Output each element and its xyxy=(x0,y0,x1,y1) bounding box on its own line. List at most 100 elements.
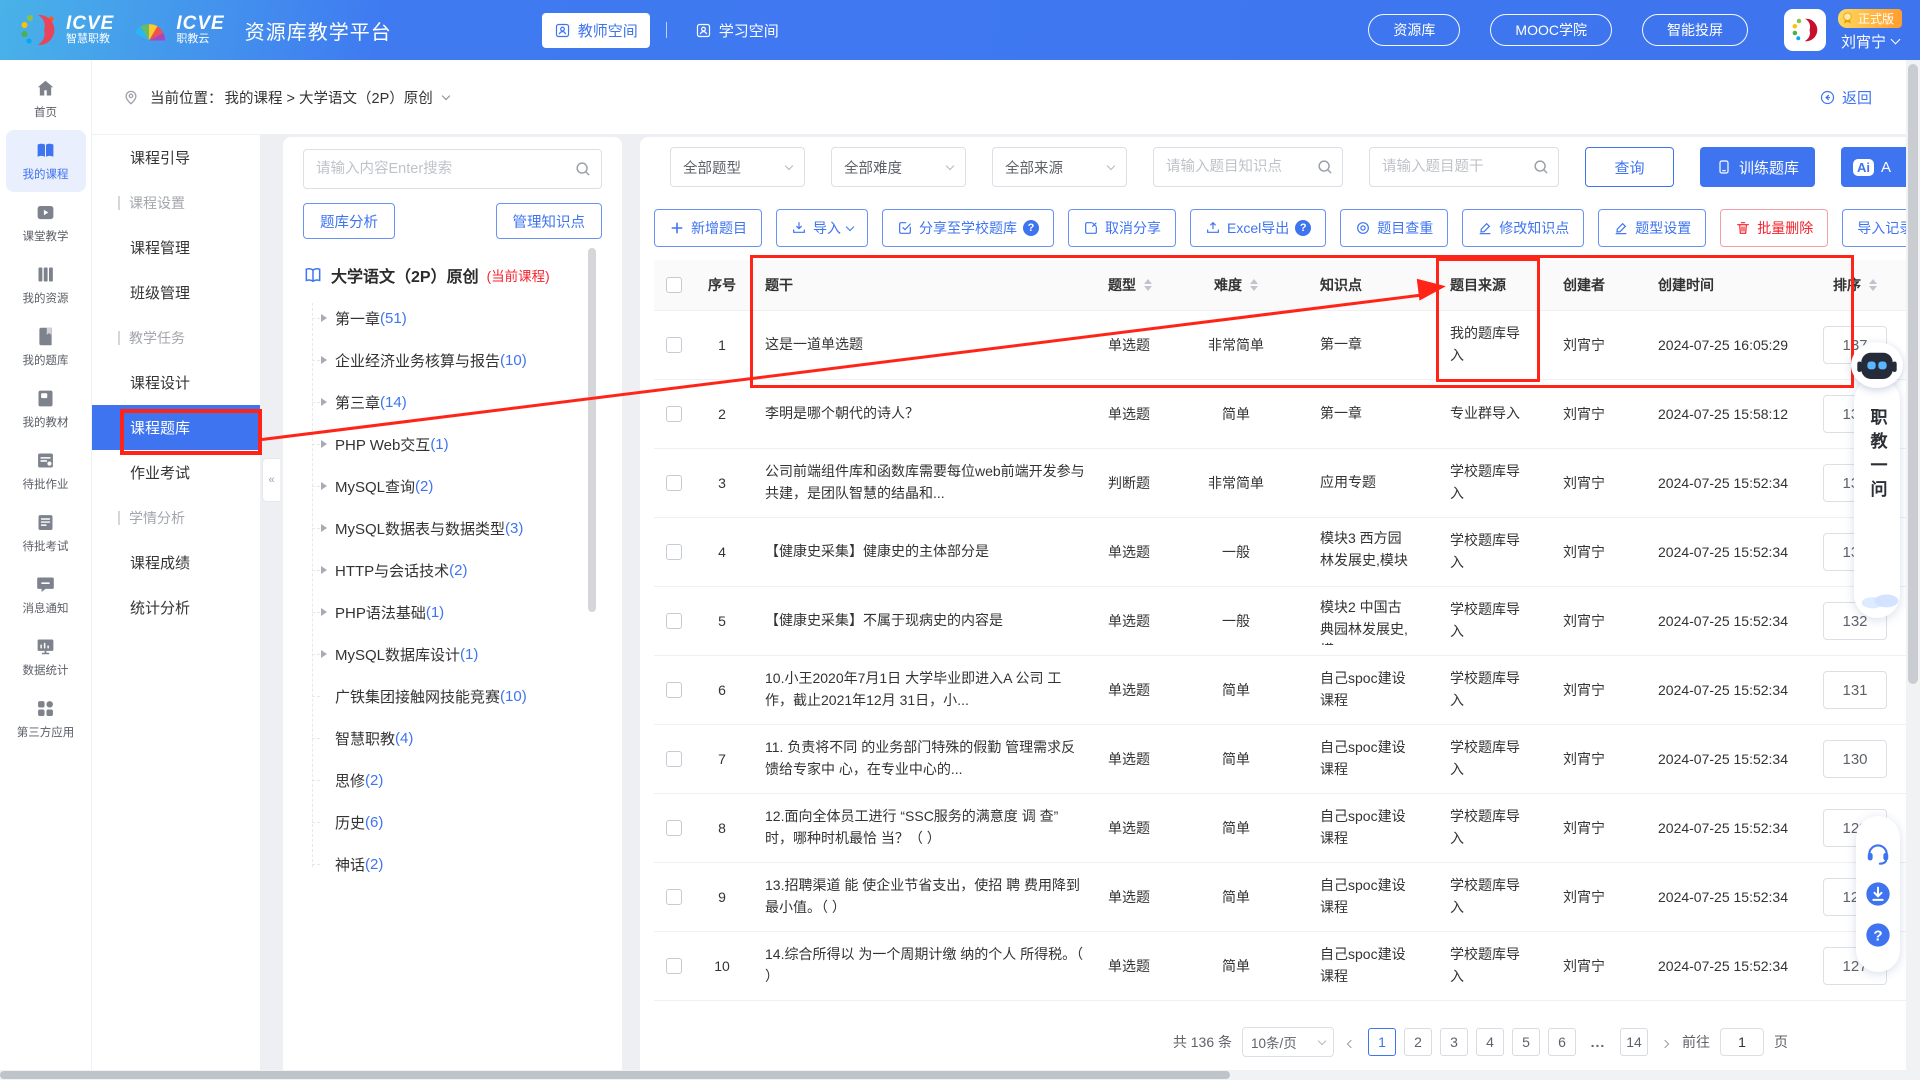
sidebar-item-third-party-apps[interactable]: 第三方应用 xyxy=(6,688,86,750)
tree-node[interactable]: PHP语法基础(1) xyxy=(303,591,602,633)
toolbar-share-to-school-button[interactable]: 分享至学校题库? xyxy=(882,209,1054,247)
cell-stem[interactable]: 李明是哪个朝代的诗人？ xyxy=(750,403,1100,425)
sidebar-item-pending-homework[interactable]: 待批作业 xyxy=(6,440,86,502)
filter-select-source[interactable]: 全部来源 xyxy=(992,147,1127,187)
cell-stem[interactable]: 12.面向全体员工进行 “SSC服务的满意度 调 查” 时，哪种时机最恰 当？（… xyxy=(750,806,1100,849)
row-checkbox[interactable] xyxy=(666,682,682,698)
filter-select-difficulty[interactable]: 全部难度 xyxy=(831,147,966,187)
toolbar-batch-delete-button[interactable]: 批量删除 xyxy=(1720,209,1828,247)
submenu-item-course-grades[interactable]: 课程成绩 xyxy=(92,540,260,585)
submenu-item-homework-exam[interactable]: 作业考试 xyxy=(92,450,260,495)
horizontal-scrollbar[interactable] xyxy=(0,1070,1920,1080)
vertical-scrollbar[interactable] xyxy=(1906,60,1920,1080)
back-button[interactable]: 返回 xyxy=(1819,87,1872,108)
cell-stem[interactable]: 10.小王2020年7月1日 大学毕业即进入A 公司 工作，截止2021年12月… xyxy=(750,668,1100,711)
tree-node[interactable]: 思修(2) xyxy=(303,759,602,801)
tree-root-node[interactable]: 大学语文（2P）原创 (当前课程) xyxy=(303,263,602,287)
horizontal-scrollbar-thumb[interactable] xyxy=(0,1071,1230,1079)
tree-node[interactable]: 广铁集团接触网技能竞赛(10) xyxy=(303,675,602,717)
select-all-checkbox[interactable] xyxy=(666,277,682,293)
row-checkbox[interactable] xyxy=(666,889,682,905)
user-menu[interactable]: 刘宵宁 xyxy=(1841,31,1899,52)
row-checkbox[interactable] xyxy=(666,613,682,629)
tree-node[interactable]: 智慧职教(4) xyxy=(303,717,602,759)
pill-smart-casting[interactable]: 智能投屏 xyxy=(1642,14,1748,46)
tree-search-input[interactable] xyxy=(303,149,602,189)
submenu-item-statistical-analysis[interactable]: 统计分析 xyxy=(92,585,260,630)
submenu-item-course-guide[interactable]: 课程引导 xyxy=(92,135,260,180)
nav-teacher-space[interactable]: 教师空间 xyxy=(542,13,650,48)
page-14[interactable]: 14 xyxy=(1620,1028,1648,1056)
toolbar-question-type-settings-button[interactable]: 题型设置 xyxy=(1598,209,1706,247)
page-1[interactable]: 1 xyxy=(1368,1028,1396,1056)
tree-node[interactable]: 第一章(51) xyxy=(303,297,602,339)
sidebar-item-pending-exams[interactable]: 待批考试 xyxy=(6,502,86,564)
sort-icons[interactable] xyxy=(1869,279,1877,291)
breadcrumb-chevron-down-icon[interactable] xyxy=(442,91,450,99)
assistant-pill[interactable]: 职教一问 xyxy=(1854,378,1900,618)
toolbar-import-button[interactable]: 导入 xyxy=(776,209,868,247)
row-checkbox[interactable] xyxy=(666,958,682,974)
sidebar-item-data-statistics[interactable]: 数据统计 xyxy=(6,626,86,688)
bank-analysis-button[interactable]: 题库分析 xyxy=(303,203,395,239)
sidebar-item-my-question-bank[interactable]: 我的题库 xyxy=(6,316,86,378)
page-6[interactable]: 6 xyxy=(1548,1028,1576,1056)
toolbar-add-question-button[interactable]: 新增题目 xyxy=(654,209,762,247)
toolbar-duplicate-check-button[interactable]: 题目查重 xyxy=(1340,209,1448,247)
row-checkbox[interactable] xyxy=(666,544,682,560)
page-4[interactable]: 4 xyxy=(1476,1028,1504,1056)
tree-node[interactable]: 历史(6) xyxy=(303,801,602,843)
toolbar-edit-knowledge-button[interactable]: 修改知识点 xyxy=(1462,209,1584,247)
query-button[interactable]: 查询 xyxy=(1585,147,1674,187)
submenu-item-course-management[interactable]: 课程管理 xyxy=(92,225,260,270)
tree-node[interactable]: MySQL查询(2) xyxy=(303,465,602,507)
cell-stem[interactable]: 11. 负责将不同 的业务部门特殊的假勤 管理需求反馈给专家中 心，在专业中心的… xyxy=(750,737,1100,780)
row-checkbox[interactable] xyxy=(666,751,682,767)
toolbar-cancel-share-button[interactable]: 取消分享 xyxy=(1068,209,1176,247)
row-checkbox[interactable] xyxy=(666,475,682,491)
next-page-button[interactable] xyxy=(1658,1031,1672,1054)
tree-scrollbar-thumb[interactable] xyxy=(588,248,596,612)
cell-stem[interactable]: 公司前端组件库和函数库需要每位web前端开发参与共建，是团队智慧的结晶和... xyxy=(750,461,1100,504)
sort-icons[interactable] xyxy=(1144,279,1152,291)
page-3[interactable]: 3 xyxy=(1440,1028,1468,1056)
submenu-item-class-management[interactable]: 班级管理 xyxy=(92,270,260,315)
cell-stem[interactable]: 13.招聘渠道 能 使企业节省支出，使招 聘 费用降到最小值。（ ） xyxy=(750,875,1100,918)
row-checkbox[interactable] xyxy=(666,820,682,836)
robot-assistant-icon[interactable] xyxy=(1851,342,1903,388)
tree-node[interactable]: 企业经济业务核算与报告(10) xyxy=(303,339,602,381)
tree-node[interactable]: PHP Web交互(1) xyxy=(303,423,602,465)
download-icon[interactable] xyxy=(1864,880,1892,908)
page-5[interactable]: 5 xyxy=(1512,1028,1540,1056)
sidebar-item-message-notification[interactable]: 消息通知 xyxy=(6,564,86,626)
help-icon[interactable]: ? xyxy=(1864,921,1892,949)
tree-node[interactable]: HTTP与会话技术(2) xyxy=(303,549,602,591)
submenu-item-course-design[interactable]: 课程设计 xyxy=(92,360,260,405)
sidebar-item-my-courses[interactable]: 我的课程 xyxy=(6,130,86,192)
prev-page-button[interactable] xyxy=(1344,1031,1358,1054)
filter-input-knowledge-point-field[interactable] xyxy=(1153,147,1343,187)
row-checkbox[interactable] xyxy=(666,337,682,353)
sidebar-item-home[interactable]: 首页 xyxy=(6,68,86,130)
submenu-item-course-question-bank[interactable]: 课程题库 xyxy=(92,405,260,450)
cell-stem[interactable]: 14.综合所得以 为一个周期计缴 纳的个人 所得税。（ ） xyxy=(750,944,1100,987)
filter-select-question-type[interactable]: 全部题型 xyxy=(670,147,805,187)
cell-stem[interactable]: 这是一道单选题 xyxy=(750,334,1100,356)
cell-stem[interactable]: 【健康史采集】健康史的主体部分是 xyxy=(750,541,1100,563)
page-size-select[interactable]: 10条/页 xyxy=(1242,1027,1334,1057)
goto-page-input[interactable] xyxy=(1720,1028,1764,1056)
manage-knowledge-button[interactable]: 管理知识点 xyxy=(496,203,603,239)
pill-mooc-academy[interactable]: MOOC学院 xyxy=(1490,14,1612,46)
sidebar-item-my-resources[interactable]: 我的资源 xyxy=(6,254,86,316)
customer-service-icon[interactable] xyxy=(1864,839,1892,867)
page-2[interactable]: 2 xyxy=(1404,1028,1432,1056)
sort-value-input[interactable]: 130 xyxy=(1823,740,1887,778)
train-bank-button[interactable]: 训练题库 xyxy=(1700,147,1815,187)
mini-app-logo[interactable] xyxy=(1784,9,1826,51)
sidebar-item-my-textbooks[interactable]: 我的教材 xyxy=(6,378,86,440)
toolbar-excel-export-button[interactable]: Excel导出? xyxy=(1190,209,1326,247)
filter-input-stem-field[interactable] xyxy=(1369,147,1559,187)
tree-node[interactable]: MySQL数据库设计(1) xyxy=(303,633,602,675)
tree-node[interactable]: MySQL数据表与数据类型(3) xyxy=(303,507,602,549)
vertical-scrollbar-thumb[interactable] xyxy=(1908,64,1918,684)
